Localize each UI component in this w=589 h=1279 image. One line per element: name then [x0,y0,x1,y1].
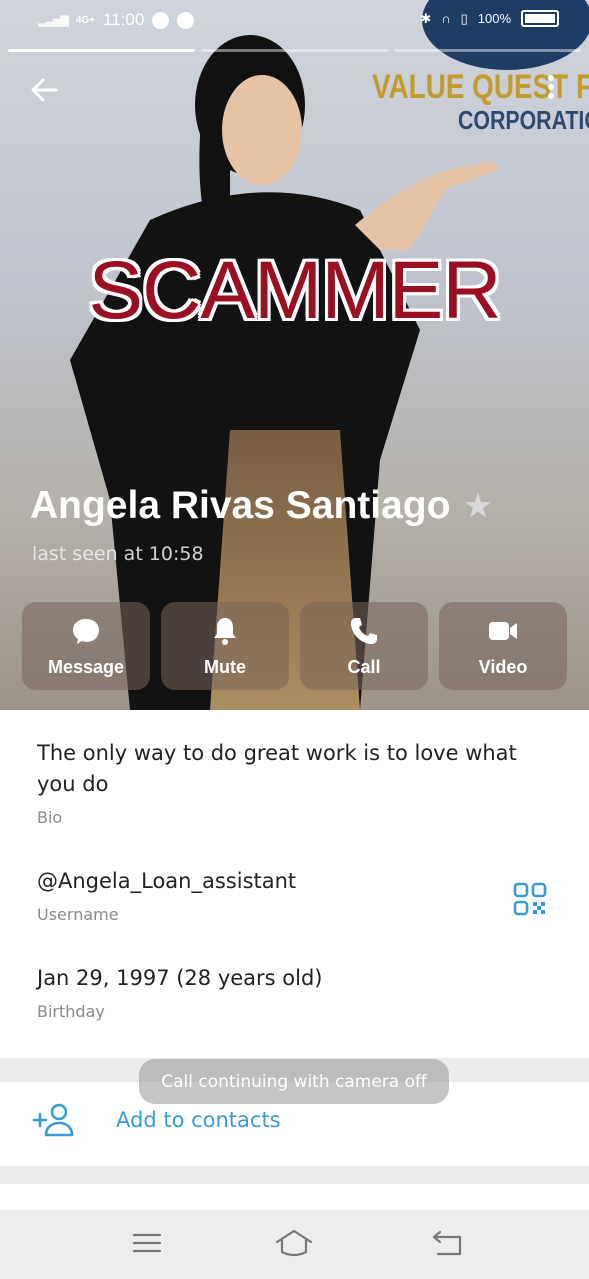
vibrate-icon: ▯ [460,10,468,26]
section-divider [0,1166,589,1184]
username-label: Username [37,905,119,924]
network-type: 4G+ [75,14,96,26]
birthday-text: Jan 29, 1997 (28 years old) [37,966,323,990]
bio-text: The only way to do great work is to love… [37,741,517,796]
mute-label: Mute [204,656,246,677]
message-label: Message [47,656,125,677]
video-label: Video [478,656,528,677]
profile-name-text: Angela Rivas Santiago [30,484,451,527]
add-to-contacts-label: Add to contacts [116,1108,281,1132]
more-menu-icon[interactable] [540,72,562,108]
battery-percent: 100% [477,11,511,26]
status-bar: ▂▃▅▇ 4G+ 11:00 ✱ ∩ ▯ 100% [0,0,589,42]
call-label: Call [347,656,381,677]
bio-label: Bio [37,808,63,827]
back-arrow-icon[interactable] [26,72,62,108]
bluetooth-icon: ✱ [420,10,432,26]
message-icon [73,618,99,644]
headphones-icon: ∩ [441,11,451,26]
username-row[interactable]: @Angela_Loan_assistant Username [37,866,296,924]
qr-code-icon[interactable] [512,881,548,917]
action-buttons: Message Mute Call Video [22,602,567,690]
profile-header: ▂▃▅▇ 4G+ 11:00 ✱ ∩ ▯ 100% VALUE QUEST FI… [0,0,589,710]
call-button[interactable]: Call [300,602,428,690]
system-nav-bar [0,1210,589,1279]
scammer-overlay-text: SCAMMER [88,245,501,336]
bio-row[interactable]: The only way to do great work is to love… [37,738,537,827]
username-text: @Angela_Loan_assistant [37,869,297,893]
video-icon [489,621,517,640]
back-icon[interactable] [428,1226,468,1260]
last-seen: last seen at 10:58 [32,543,204,565]
progress-segment [201,49,388,52]
home-icon[interactable] [274,1226,314,1260]
message-button[interactable]: Message [22,602,150,690]
menu-icon[interactable] [127,1226,167,1260]
messenger-icon [152,11,170,29]
logo-line-2: CORPORATIO [458,105,589,135]
bell-icon [214,617,236,645]
battery-icon [521,10,559,27]
progress-segment [8,49,195,52]
add-user-icon [32,1103,74,1137]
profile-info-card: The only way to do great work is to love… [0,710,589,1058]
mute-button[interactable]: Mute [161,602,289,690]
status-time: 11:00 [103,10,145,29]
signal-icon: ▂▃▅▇ [38,14,69,27]
profile-name: Angela Rivas Santiago ★ [30,484,491,528]
star-icon[interactable]: ★ [464,489,491,524]
toast-message: Call continuing with camera off [139,1059,449,1104]
next-section [0,1184,589,1210]
messenger-icon [177,11,195,29]
progress-segment [394,49,581,52]
story-progress [8,49,581,52]
birthday-label: Birthday [37,1002,105,1021]
video-button[interactable]: Video [439,602,567,690]
birthday-row[interactable]: Jan 29, 1997 (28 years old) Birthday [37,963,323,1021]
phone-icon [351,617,377,644]
